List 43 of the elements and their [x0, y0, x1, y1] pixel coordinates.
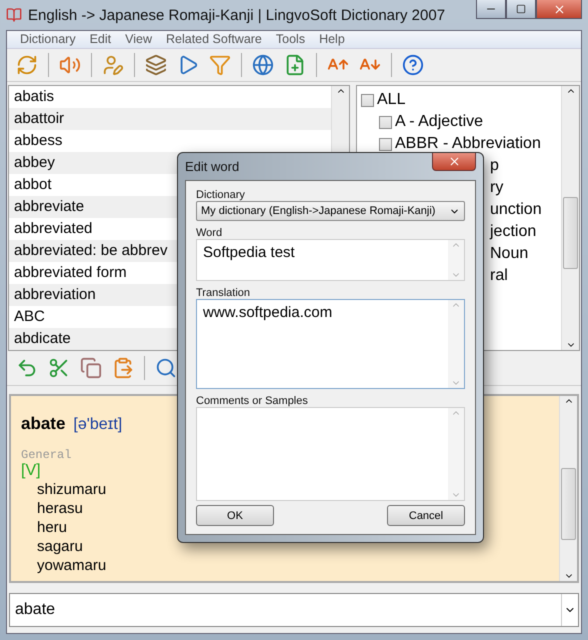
app-icon	[6, 7, 22, 23]
word-list-item[interactable]: abattoir	[9, 108, 331, 130]
ok-button[interactable]: OK	[196, 505, 274, 526]
checkbox[interactable]	[379, 116, 392, 128]
translation-text: sagaru	[37, 537, 83, 556]
section-label: General	[21, 448, 72, 462]
transcription: [ə'beɪt]	[73, 416, 122, 434]
dialog-title: Edit word	[185, 159, 240, 174]
tree-item[interactable]: A - Adjective	[395, 113, 484, 131]
close-button[interactable]	[536, 0, 582, 19]
translation-text: herasu	[37, 499, 83, 518]
window-title: English -> Japanese Romaji-Kanji | LingvoSoft Dictionary 2007	[28, 6, 446, 24]
close-button[interactable]	[432, 153, 476, 171]
menu-item[interactable]: Related Software	[159, 31, 269, 48]
cancel-button[interactable]: Cancel	[387, 505, 465, 526]
checkbox[interactable]	[361, 94, 374, 106]
maximize-button[interactable]	[506, 0, 536, 19]
checkbox[interactable]	[379, 138, 392, 150]
scroll-thumb[interactable]	[561, 468, 576, 540]
tree-item[interactable]: ALL	[377, 91, 406, 109]
menu-item[interactable]: Tools	[268, 31, 312, 48]
menu-item[interactable]: Edit	[82, 31, 118, 48]
menu-item[interactable]: View	[118, 31, 159, 48]
field-label: Comments or Samples	[196, 395, 309, 407]
part-of-speech: [V]	[21, 462, 42, 480]
search-field[interactable]: abate	[9, 593, 579, 627]
scrollbar[interactable]	[561, 86, 579, 350]
scrollbar[interactable]	[559, 396, 577, 581]
dictionary-select[interactable]: My dictionary (English->Japanese Romaji-Kanji)	[196, 201, 465, 221]
tree-item[interactable]: ABBR - Abbreviation	[395, 135, 541, 153]
minimize-button[interactable]	[476, 0, 506, 19]
translation-text: heru	[37, 518, 68, 537]
maximize-icon[interactable]	[516, 4, 526, 14]
field-label: Word	[196, 227, 224, 239]
field-label: Translation	[196, 287, 252, 299]
translation-text: yowamaru	[37, 556, 106, 575]
close-icon[interactable]	[448, 155, 460, 168]
scroll-thumb[interactable]	[563, 197, 578, 269]
headword: abate	[21, 414, 66, 434]
close-icon[interactable]	[552, 2, 566, 16]
translation-text: shizumaru	[37, 480, 106, 499]
menu-item[interactable]: Help	[312, 31, 352, 48]
menu-item[interactable]: Dictionary	[13, 31, 83, 48]
